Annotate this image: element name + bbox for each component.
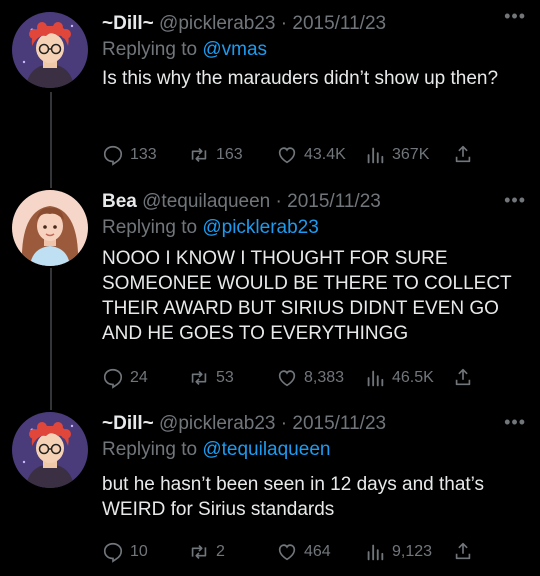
reply-count: 10 bbox=[130, 543, 148, 560]
like-button[interactable]: 8,383 bbox=[276, 366, 344, 390]
reply-button[interactable]: 133 bbox=[102, 143, 157, 167]
heart-icon bbox=[278, 544, 296, 561]
views-button[interactable]: 367K bbox=[364, 143, 429, 167]
replying-to: Replying to @picklerab23 bbox=[102, 216, 532, 240]
more-options-icon[interactable]: ••• bbox=[504, 190, 526, 211]
user-handle[interactable]: @picklerab23 bbox=[159, 413, 275, 434]
replying-label: Replying to bbox=[102, 217, 198, 238]
retweet-icon bbox=[191, 544, 207, 560]
tweet[interactable]: Bea @tequilaqueen · 2015/11/23 Replying … bbox=[0, 188, 540, 410]
share-icon bbox=[455, 542, 471, 560]
share-icon bbox=[455, 145, 471, 163]
heart-icon bbox=[278, 147, 296, 164]
user-handle[interactable]: @picklerab23 bbox=[159, 13, 275, 34]
reply-count: 133 bbox=[130, 146, 157, 163]
share-button[interactable] bbox=[452, 540, 480, 562]
retweet-button[interactable]: 53 bbox=[188, 366, 234, 390]
replying-label: Replying to bbox=[102, 39, 198, 60]
replying-to: Replying to @vmas bbox=[102, 38, 532, 62]
share-button[interactable] bbox=[452, 143, 480, 165]
avatar-image bbox=[12, 12, 88, 88]
mention-link[interactable]: @vmas bbox=[202, 39, 267, 60]
tweet-text: but he hasn’t been seen in 12 days and t… bbox=[102, 474, 485, 520]
separator-dot: · bbox=[275, 191, 282, 212]
tweet-date[interactable]: 2015/11/23 bbox=[292, 413, 386, 434]
more-options-icon[interactable]: ••• bbox=[504, 412, 526, 433]
tweet[interactable]: ~Dill~ @picklerab23 · 2015/11/23 Replyin… bbox=[0, 0, 540, 188]
views-button[interactable]: 9,123 bbox=[364, 540, 432, 564]
replying-to: Replying to @tequilaqueen bbox=[102, 438, 532, 462]
view-count: 367K bbox=[392, 146, 430, 163]
share-icon bbox=[455, 368, 471, 386]
retweet-icon bbox=[191, 370, 207, 386]
view-count: 46.5K bbox=[392, 369, 434, 386]
tweet-header: ~Dill~ @picklerab23 · 2015/11/23 bbox=[102, 412, 532, 436]
separator-dot: · bbox=[280, 413, 288, 434]
view-count: 9,123 bbox=[392, 543, 433, 560]
like-count: 43.4K bbox=[304, 146, 346, 163]
display-name[interactable]: Bea bbox=[102, 191, 137, 212]
reply-icon bbox=[103, 542, 123, 563]
retweet-button[interactable]: 2 bbox=[188, 540, 225, 564]
tweet-text: Is this why the marauders didn’t show up… bbox=[102, 68, 499, 89]
tweet-header: Bea @tequilaqueen · 2015/11/23 bbox=[102, 190, 532, 214]
tweet-date[interactable]: 2015/11/23 bbox=[292, 13, 386, 34]
action-bar: 24 53 8,383 46.5K bbox=[102, 366, 480, 390]
avatar-image bbox=[12, 412, 88, 488]
tweet-date[interactable]: 2015/11/23 bbox=[287, 191, 381, 212]
like-button[interactable]: 464 bbox=[276, 540, 331, 564]
reply-count: 24 bbox=[130, 369, 148, 386]
like-count: 464 bbox=[304, 543, 331, 560]
replying-label: Replying to bbox=[102, 439, 198, 460]
action-bar: 133 163 43.4K 367K bbox=[102, 143, 480, 167]
tweet-header: ~Dill~ @picklerab23 · 2015/11/23 bbox=[102, 12, 532, 36]
like-button[interactable]: 43.4K bbox=[276, 143, 346, 167]
share-button[interactable] bbox=[452, 366, 480, 388]
heart-icon bbox=[278, 370, 296, 387]
reply-icon bbox=[103, 368, 123, 389]
views-icon bbox=[367, 370, 384, 387]
retweet-count: 163 bbox=[216, 146, 243, 163]
reply-icon bbox=[103, 145, 123, 166]
views-icon bbox=[367, 147, 384, 164]
avatar-image bbox=[12, 190, 88, 266]
retweet-count: 2 bbox=[216, 543, 225, 560]
reply-button[interactable]: 10 bbox=[102, 540, 148, 564]
retweet-count: 53 bbox=[216, 369, 234, 386]
views-button[interactable]: 46.5K bbox=[364, 366, 434, 390]
display-name[interactable]: ~Dill~ bbox=[102, 413, 154, 434]
retweet-icon bbox=[191, 147, 207, 163]
display-name[interactable]: ~Dill~ bbox=[102, 13, 154, 34]
tweet[interactable]: ~Dill~ @picklerab23 · 2015/11/23 Replyin… bbox=[0, 410, 540, 576]
retweet-button[interactable]: 163 bbox=[188, 143, 243, 167]
avatar[interactable] bbox=[12, 12, 88, 88]
action-bar: 10 2 464 9,123 bbox=[102, 540, 480, 564]
separator-dot: · bbox=[280, 13, 288, 34]
user-handle[interactable]: @tequilaqueen bbox=[142, 191, 270, 212]
more-options-icon[interactable]: ••• bbox=[504, 6, 526, 27]
tweet-text: NOOO I KNOW I THOUGHT FOR SURE SOMEONEE … bbox=[102, 248, 512, 344]
like-count: 8,383 bbox=[304, 369, 345, 386]
mention-link[interactable]: @tequilaqueen bbox=[202, 439, 330, 460]
avatar[interactable] bbox=[12, 412, 88, 488]
mention-link[interactable]: @picklerab23 bbox=[202, 217, 318, 238]
views-icon bbox=[367, 544, 384, 561]
avatar[interactable] bbox=[12, 190, 88, 266]
reply-button[interactable]: 24 bbox=[102, 366, 148, 390]
